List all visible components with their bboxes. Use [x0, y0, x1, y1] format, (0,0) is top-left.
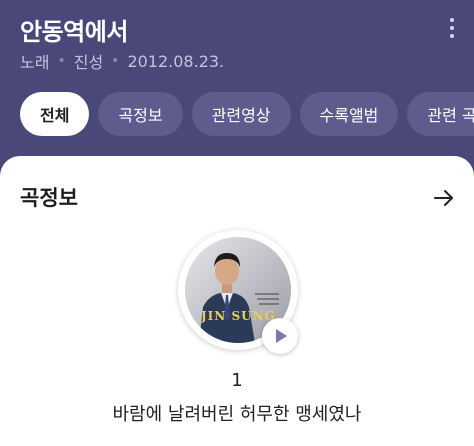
album-artist-logo: JIN SUNG: [201, 309, 276, 323]
meta-date: 2012.08.23.: [127, 51, 225, 71]
play-icon: [276, 329, 287, 343]
tab-all[interactable]: 전체: [20, 92, 90, 136]
song-rank: 1: [231, 370, 243, 391]
play-button[interactable]: [262, 318, 298, 354]
tab-song-info[interactable]: 곡정보: [98, 92, 183, 136]
section-title: 곡정보: [20, 186, 78, 210]
more-options-button[interactable]: [444, 14, 460, 42]
more-vertical-icon-dot: [450, 26, 454, 30]
meta-artist[interactable]: 진성: [74, 49, 103, 73]
meta-separator: •: [57, 53, 66, 69]
meta-separator: •: [111, 53, 120, 69]
tab-related-videos[interactable]: 관련영상: [191, 92, 291, 136]
tab-bar: 전체 곡정보 관련영상 수록앨범 관련 곡: [20, 92, 474, 136]
arrow-right-icon: [434, 190, 453, 206]
tab-albums[interactable]: 수록앨범: [299, 92, 399, 136]
song-meta: 노래 • 진성 • 2012.08.23.: [20, 49, 224, 73]
page-title: 안동역에서: [20, 18, 128, 46]
content-panel: 곡정보 JIN SUNG 1 바람에 날려버린 허무한 맹세였나: [0, 156, 474, 446]
section-more-button[interactable]: [430, 184, 458, 212]
song-lyric-excerpt: 바람에 날려버린 허무한 맹세였나: [112, 404, 362, 425]
song-header: 안동역에서 노래 • 진성 • 2012.08.23. 전체 곡정보 관련영상 …: [0, 0, 474, 160]
meta-type: 노래: [20, 53, 50, 72]
tab-related-songs[interactable]: 관련 곡: [407, 92, 474, 136]
more-vertical-icon: [450, 18, 454, 22]
more-vertical-icon-dot: [450, 34, 454, 38]
